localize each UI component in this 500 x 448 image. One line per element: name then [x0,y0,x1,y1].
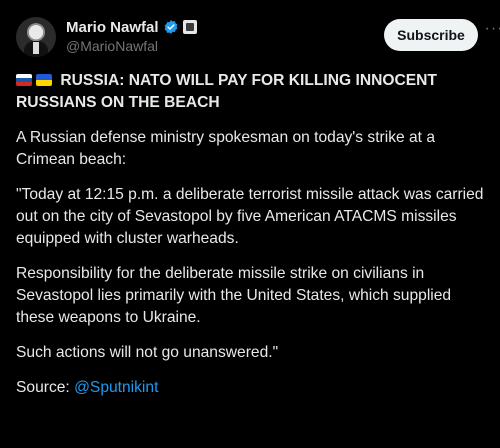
headline-text: RUSSIA: NATO WILL PAY FOR KILLING INNOCE… [16,72,437,111]
tweet-source: Source: @Sputnikint [16,377,488,399]
subscribe-button[interactable]: Subscribe [384,19,478,51]
tweet-headline: RUSSIA: NATO WILL PAY FOR KILLING INNOCE… [16,70,488,114]
affiliation-badge-icon[interactable] [182,20,197,34]
tweet-header: Mario Nawfal @MarioNawfal Subscribe ··· [14,14,500,58]
tweet-card: Mario Nawfal @MarioNawfal Subscribe ··· … [0,0,500,448]
verified-badge-icon [164,20,177,34]
source-label: Source: [16,379,70,396]
ukraine-flag-icon [36,74,52,86]
author-handle[interactable]: @MarioNawfal [66,38,158,54]
source-link[interactable]: @Sputnikint [74,379,158,396]
tweet-paragraph: "Today at 12:15 p.m. a deliberate terror… [16,186,484,247]
tweet-paragraph: Responsibility for the deliberate missil… [16,265,452,326]
avatar[interactable] [16,17,56,57]
avatar-shirt [33,42,39,54]
more-options-icon[interactable]: ··· [484,21,500,43]
tweet-paragraph: Such actions will not go unanswered." [16,344,279,361]
author-display-name[interactable]: Mario Nawfal [66,19,159,36]
tweet-paragraph: A Russian defense ministry spokesman on … [16,129,436,168]
author-name-line: Mario Nawfal [66,17,197,37]
tweet-body: RUSSIA: NATO WILL PAY FOR KILLING INNOCE… [16,70,488,412]
russia-flag-icon [16,74,32,86]
